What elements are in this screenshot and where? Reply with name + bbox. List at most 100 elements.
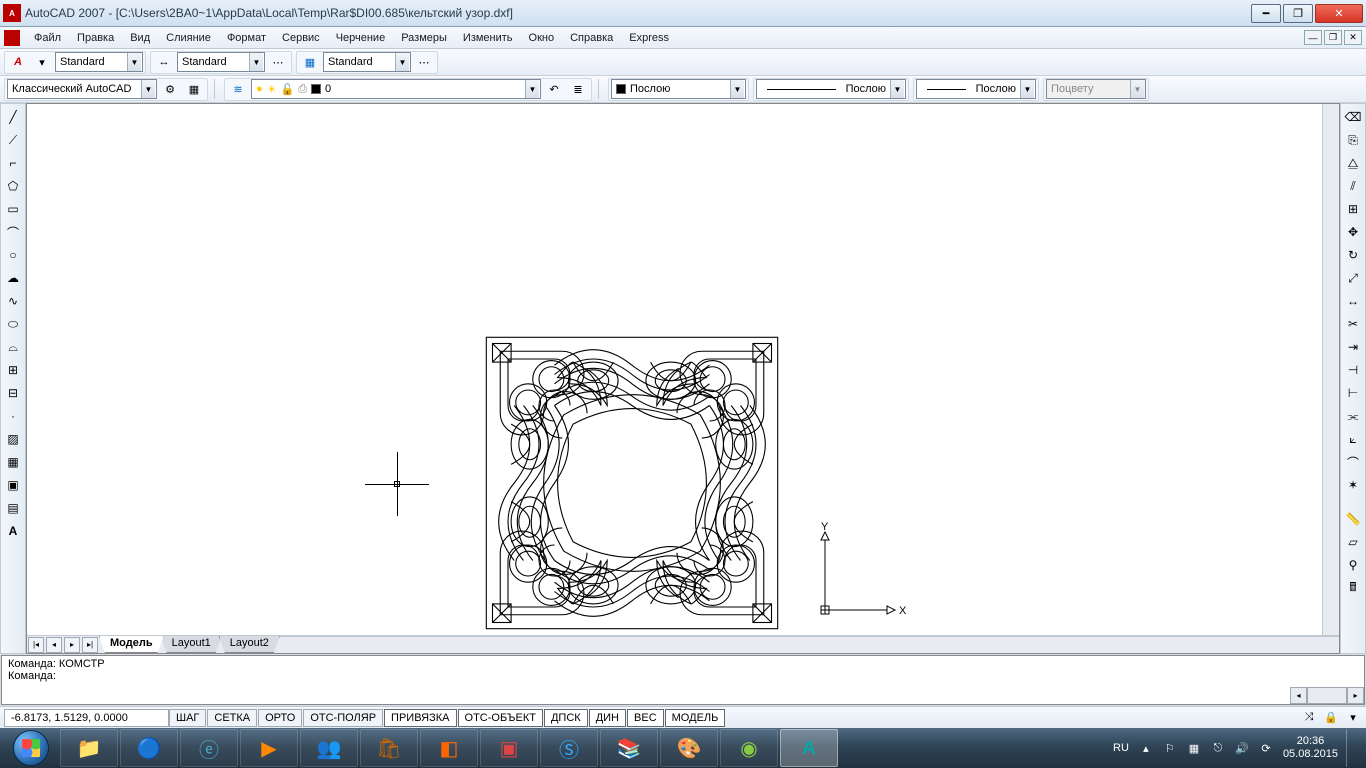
chamfer-icon[interactable]: ⟀ bbox=[1342, 428, 1364, 450]
gradient-icon[interactable]: ▦ bbox=[2, 451, 24, 473]
region-icon[interactable]: ▣ bbox=[2, 474, 24, 496]
stretch-icon[interactable]: ↔ bbox=[1342, 290, 1364, 312]
task-winrar[interactable]: 📚 bbox=[600, 729, 658, 767]
task-corel[interactable]: ◉ bbox=[720, 729, 778, 767]
array-icon[interactable]: ⊞ bbox=[1342, 198, 1364, 220]
area-icon[interactable]: ▱ bbox=[1342, 531, 1364, 553]
break-icon[interactable]: ⊣ bbox=[1342, 359, 1364, 381]
tab-prev-icon[interactable]: ◂ bbox=[46, 637, 62, 653]
xline-icon[interactable]: ⟋ bbox=[2, 129, 24, 151]
dist-icon[interactable]: 📏 bbox=[1342, 508, 1364, 530]
table-style-combo[interactable]: Standard ▼ bbox=[323, 52, 411, 72]
ellipse-icon[interactable]: ⬭ bbox=[2, 313, 24, 335]
annotation-scale-icon[interactable]: ⤨ bbox=[1300, 709, 1318, 727]
status-отс-объект[interactable]: ОТС-ОБЪЕКТ bbox=[458, 709, 543, 727]
model-viewport[interactable]: X Y bbox=[27, 104, 1322, 635]
status-сетка[interactable]: СЕТКА bbox=[207, 709, 257, 727]
status-привязка[interactable]: ПРИВЯЗКА bbox=[384, 709, 456, 727]
workspace-combo[interactable]: Классический AutoCAD ▼ bbox=[7, 79, 157, 99]
menu-modify[interactable]: Изменить bbox=[455, 29, 521, 47]
explode-icon[interactable]: ✶ bbox=[1342, 474, 1364, 496]
status-дпск[interactable]: ДПСК bbox=[544, 709, 588, 727]
text-style-dropdown-icon[interactable]: ▾ bbox=[31, 52, 53, 72]
break2-icon[interactable]: ⊢ bbox=[1342, 382, 1364, 404]
menu-view[interactable]: Вид bbox=[122, 29, 158, 47]
arc-icon[interactable]: ⌒ bbox=[2, 221, 24, 243]
move-icon[interactable]: ✥ bbox=[1342, 221, 1364, 243]
task-wmp[interactable]: ▶ bbox=[240, 729, 298, 767]
status-menu-icon[interactable]: ▾ bbox=[1344, 709, 1362, 727]
circle-icon[interactable]: ○ bbox=[2, 244, 24, 266]
status-шаг[interactable]: ШАГ bbox=[169, 709, 206, 727]
mtext-icon[interactable]: A bbox=[2, 520, 24, 542]
layer-manager-icon[interactable]: ≋ bbox=[227, 79, 249, 99]
insert-block-icon[interactable]: ⊞ bbox=[2, 359, 24, 381]
tab-last-icon[interactable]: ▸| bbox=[82, 637, 98, 653]
cmd-scroll-thumb[interactable] bbox=[1307, 687, 1347, 704]
scale-icon[interactable]: ⤢ bbox=[1342, 267, 1364, 289]
qselect-icon[interactable]: ⚲ bbox=[1342, 554, 1364, 576]
menu-tools[interactable]: Сервис bbox=[274, 29, 328, 47]
rectangle-icon[interactable]: ▭ bbox=[2, 198, 24, 220]
dim-style-combo[interactable]: Standard ▼ bbox=[177, 52, 265, 72]
workspace-lock-icon[interactable]: ▦ bbox=[183, 79, 205, 99]
ellipse-arc-icon[interactable]: ⌓ bbox=[2, 336, 24, 358]
tab-layout1[interactable]: Layout1 bbox=[161, 636, 222, 653]
close-button[interactable]: ✕ bbox=[1315, 4, 1363, 23]
dim-style-icon[interactable]: ↔ bbox=[153, 52, 175, 72]
linetype-combo[interactable]: Послою ▼ bbox=[756, 79, 906, 99]
menu-express[interactable]: Express bbox=[621, 29, 677, 47]
join-icon[interactable]: ⫘ bbox=[1342, 405, 1364, 427]
status-вес[interactable]: ВЕС bbox=[627, 709, 664, 727]
copy-icon[interactable]: ⎘ bbox=[1342, 129, 1364, 151]
lock-icon[interactable]: 🔒 bbox=[1322, 709, 1340, 727]
minimize-button[interactable]: ━ bbox=[1251, 4, 1281, 23]
make-block-icon[interactable]: ⊟ bbox=[2, 382, 24, 404]
start-button[interactable] bbox=[4, 728, 58, 768]
tray-net-icon[interactable]: ⎋ bbox=[1209, 739, 1227, 757]
plotstyle-combo[interactable]: Поцвету ▼ bbox=[1046, 79, 1146, 99]
menu-file[interactable]: Файл bbox=[26, 29, 69, 47]
task-bag[interactable]: 🛍 bbox=[360, 729, 418, 767]
color-combo[interactable]: Послою ▼ bbox=[611, 79, 746, 99]
show-desktop-button[interactable] bbox=[1346, 729, 1354, 767]
status-дин[interactable]: ДИН bbox=[589, 709, 626, 727]
mdi-restore[interactable]: ❐ bbox=[1324, 30, 1342, 45]
tray-clock[interactable]: 20:36 05.08.2015 bbox=[1283, 735, 1338, 761]
tab-layout2[interactable]: Layout2 bbox=[219, 636, 280, 653]
task-msn[interactable]: 👥 bbox=[300, 729, 358, 767]
extend-icon[interactable]: ⇥ bbox=[1342, 336, 1364, 358]
calc-icon[interactable]: 🖩 bbox=[1342, 577, 1364, 599]
polygon-icon[interactable]: ⬠ bbox=[2, 175, 24, 197]
tray-sync-icon[interactable]: ⟳ bbox=[1257, 739, 1275, 757]
task-skype[interactable]: Ⓢ bbox=[540, 729, 598, 767]
revcloud-icon[interactable]: ☁ bbox=[2, 267, 24, 289]
coordinates-readout[interactable]: -6.8173, 1.5129, 0.0000 bbox=[4, 709, 169, 727]
task-autocad[interactable]: A bbox=[780, 729, 838, 767]
text-style-combo[interactable]: Standard ▼ bbox=[55, 52, 143, 72]
trim-icon[interactable]: ✂ bbox=[1342, 313, 1364, 335]
tab-first-icon[interactable]: |◂ bbox=[28, 637, 44, 653]
tab-model[interactable]: Модель bbox=[99, 636, 164, 653]
layer-combo[interactable]: ● ☀ 🔓 ⎙ 0 ▼ bbox=[251, 79, 541, 99]
task-orange[interactable]: ◧ bbox=[420, 729, 478, 767]
tray-lang[interactable]: RU bbox=[1113, 742, 1129, 754]
cmd-scroll-right-icon[interactable]: ▸ bbox=[1347, 687, 1364, 704]
task-chrome[interactable]: 🔵 bbox=[120, 729, 178, 767]
status-модель[interactable]: МОДЕЛЬ bbox=[665, 709, 726, 727]
point-icon[interactable]: · bbox=[2, 405, 24, 427]
table-style-icon[interactable]: ▦ bbox=[299, 52, 321, 72]
table-icon[interactable]: ▤ bbox=[2, 497, 24, 519]
task-ie[interactable]: ⓔ bbox=[180, 729, 238, 767]
mirror-icon[interactable]: ⧋ bbox=[1342, 152, 1364, 174]
layer-states-icon[interactable]: ≣ bbox=[567, 79, 589, 99]
mdi-close[interactable]: ✕ bbox=[1344, 30, 1362, 45]
offset-icon[interactable]: ⫽ bbox=[1342, 175, 1364, 197]
menu-edit[interactable]: Правка bbox=[69, 29, 122, 47]
lineweight-combo[interactable]: Послою ▼ bbox=[916, 79, 1036, 99]
dim-style-btn[interactable]: ⋯ bbox=[267, 52, 289, 72]
workspace-settings-icon[interactable]: ⚙ bbox=[159, 79, 181, 99]
polyline-icon[interactable]: ⌐ bbox=[2, 152, 24, 174]
fillet-icon[interactable]: ⌒ bbox=[1342, 451, 1364, 473]
menu-format[interactable]: Формат bbox=[219, 29, 274, 47]
